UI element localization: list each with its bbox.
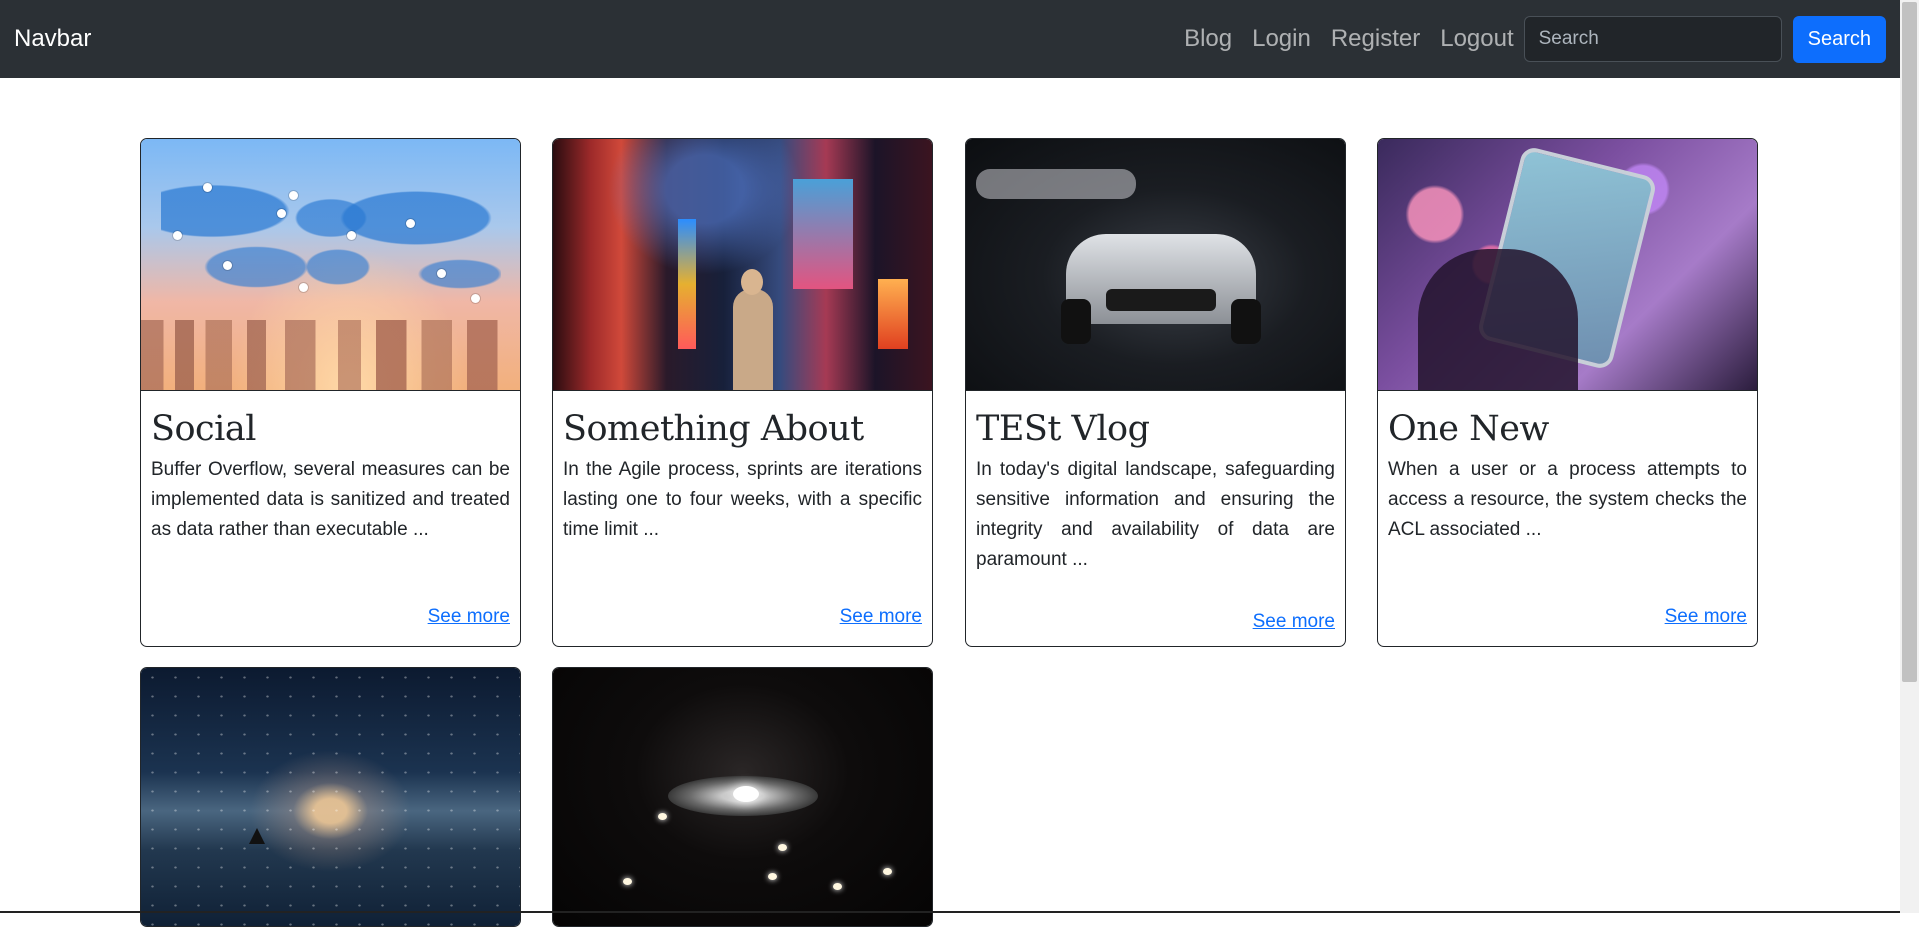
person-silhouette	[733, 289, 773, 390]
ceiling-light	[623, 878, 632, 885]
post-card: Something About In the Agile process, sp…	[552, 138, 933, 647]
see-more-link[interactable]: See more	[1665, 606, 1747, 628]
card-text: In today's digital landscape, safeguardi…	[976, 459, 1335, 570]
card-image[interactable]	[141, 668, 520, 926]
nav-link-blog[interactable]: Blog	[1184, 25, 1232, 53]
map-pin-icon	[223, 261, 232, 270]
post-card	[140, 667, 521, 927]
boat-graphic	[249, 828, 265, 844]
car-grille	[1106, 289, 1216, 311]
map-pin-icon	[173, 231, 182, 240]
navbar-brand[interactable]: Navbar	[14, 25, 91, 53]
card-body: One New When a user or a process attempt…	[1378, 391, 1757, 555]
car-wheel	[1231, 299, 1261, 344]
post-card: Social Buffer Overflow, several measures…	[140, 138, 521, 647]
ceiling-light	[778, 844, 787, 851]
card-image[interactable]	[1378, 139, 1757, 391]
card-image[interactable]	[141, 139, 520, 391]
nav-link-login[interactable]: Login	[1252, 25, 1311, 53]
page-scrollbar[interactable]	[1900, 0, 1919, 913]
map-pin-icon	[471, 294, 480, 303]
neon-sign-graphic	[878, 279, 908, 349]
map-pin-icon	[289, 191, 298, 200]
ceiling-light	[883, 868, 892, 875]
card-image[interactable]	[966, 139, 1345, 391]
scrollbar-thumb[interactable]	[1902, 2, 1917, 682]
map-pin-icon	[437, 269, 446, 278]
navbar: Navbar Blog Login Register Logout Search	[0, 0, 1900, 78]
map-pin-icon	[277, 209, 286, 218]
nav-link-register[interactable]: Register	[1331, 25, 1420, 53]
card-image[interactable]	[553, 139, 932, 391]
map-pin-icon	[203, 183, 212, 192]
card-title: One New	[1388, 409, 1549, 449]
city-skyline-graphic	[141, 320, 520, 390]
card-body: TESt Vlog In today's digital landscape, …	[966, 391, 1345, 585]
car-wheel	[1061, 299, 1091, 344]
billboard-graphic	[793, 179, 853, 289]
card-text: When a user or a process attempts to acc…	[1388, 459, 1747, 540]
see-more-link[interactable]: See more	[1253, 611, 1335, 633]
search-button[interactable]: Search	[1792, 15, 1886, 63]
card-title: Something About	[563, 409, 864, 449]
stars-graphic	[141, 668, 520, 926]
map-pin-icon	[406, 219, 415, 228]
see-more-link[interactable]: See more	[428, 606, 510, 628]
person-head	[741, 269, 763, 295]
ceiling-light	[768, 873, 777, 880]
nav-link-logout[interactable]: Logout	[1440, 25, 1513, 53]
card-body: Something About In the Agile process, sp…	[553, 391, 932, 555]
card-text: In the Agile process, sprints are iterat…	[563, 459, 922, 540]
post-card	[552, 667, 933, 927]
map-pin-icon	[347, 231, 356, 240]
post-card: TESt Vlog In today's digital landscape, …	[965, 138, 1346, 647]
map-pin-icon	[299, 283, 308, 292]
hand-graphic	[1418, 249, 1578, 390]
card-text: Buffer Overflow, several measures can be…	[151, 459, 510, 540]
ceiling-light	[658, 813, 667, 820]
nav-links: Blog Login Register Logout Search	[1164, 15, 1886, 63]
card-title: Social	[151, 409, 256, 449]
search-input[interactable]	[1523, 16, 1782, 62]
background-car-graphic	[976, 169, 1136, 199]
card-image[interactable]	[553, 668, 932, 926]
lamp-bulb-graphic	[733, 786, 759, 802]
post-card: One New When a user or a process attempt…	[1377, 138, 1758, 647]
neon-sign-graphic	[678, 219, 696, 349]
see-more-link[interactable]: See more	[840, 606, 922, 628]
card-body: Social Buffer Overflow, several measures…	[141, 391, 520, 555]
card-title: TESt Vlog	[976, 409, 1150, 449]
ceiling-light	[833, 883, 842, 890]
world-map-graphic	[161, 169, 501, 309]
